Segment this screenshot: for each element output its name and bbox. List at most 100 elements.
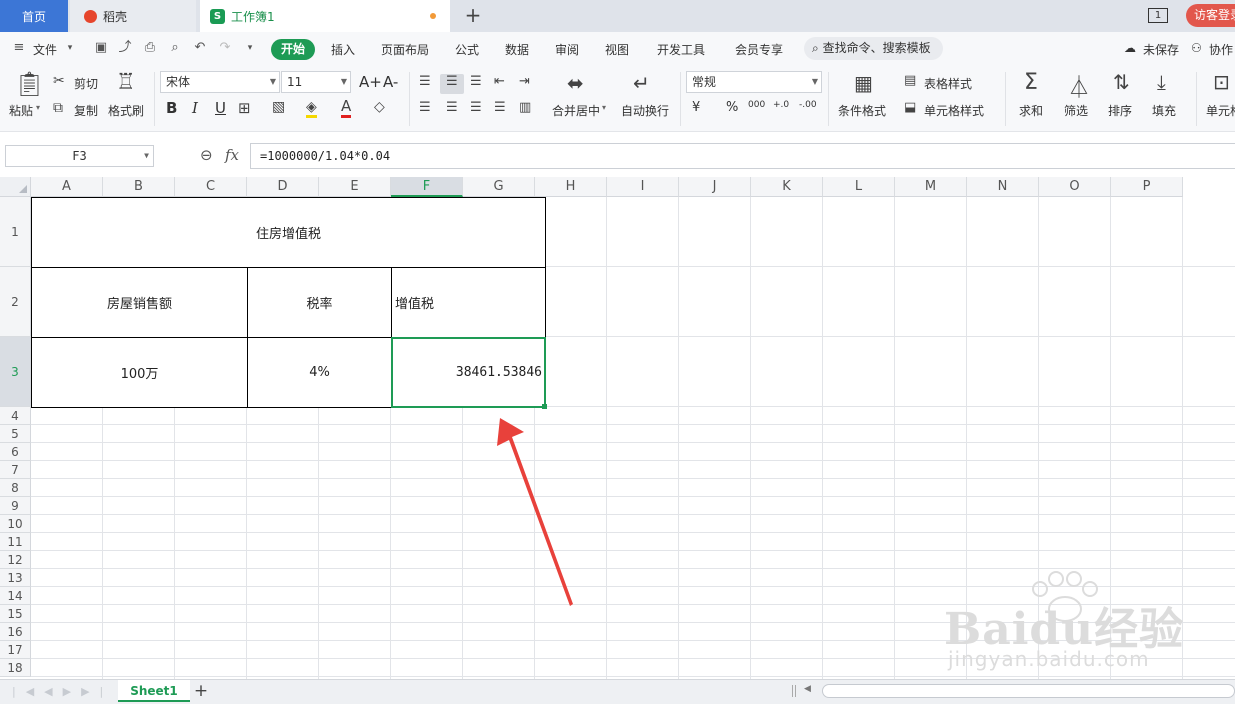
hamburger-icon[interactable]: ≡ [12, 41, 26, 55]
align-left-icon[interactable]: ☰ [419, 100, 431, 115]
chevron-down-icon[interactable]: ▾ [602, 103, 606, 112]
guest-login-button[interactable]: 访客登录 [1186, 4, 1235, 27]
sort-button[interactable]: 排序 [1108, 102, 1132, 119]
distributed-icon[interactable]: ▥ [519, 100, 531, 115]
filter-button[interactable]: 筛选 [1064, 102, 1088, 119]
percent-button[interactable]: % [726, 100, 738, 115]
quick-access-dropdown-icon[interactable]: ▾ [243, 41, 257, 55]
sum-icon[interactable]: Σ [1024, 70, 1038, 95]
redo-icon[interactable]: ↷ [218, 41, 232, 55]
fill-handle[interactable] [542, 404, 547, 409]
indent-decrease-icon[interactable]: ⇤ [494, 74, 505, 89]
clear-format-icon[interactable]: ◇ [374, 99, 385, 115]
column-header-f[interactable]: F [391, 177, 463, 197]
select-all-corner[interactable] [0, 177, 31, 197]
thousands-button[interactable]: 000 [748, 100, 765, 110]
cell-a2-sales-header[interactable]: 房屋销售额 [31, 267, 248, 338]
menu-developer[interactable]: 开发工具 [657, 41, 705, 58]
number-format-select[interactable]: 常规 ▼ [686, 71, 822, 93]
sheet-nav-arrows-icon[interactable]: |◀◀▶▶| [12, 685, 113, 698]
fill-style-icon[interactable]: ▧ [272, 99, 285, 115]
copy-icon[interactable]: ⧉ [53, 100, 63, 116]
fill-button[interactable]: 填充 [1152, 102, 1176, 119]
column-header-m[interactable]: M [895, 177, 967, 197]
format-painter-icon[interactable]: ♖ [116, 70, 136, 95]
zoom-icon[interactable]: ⊖ [200, 146, 213, 164]
indent-increase-icon[interactable]: ⇥ [519, 74, 530, 89]
cell-button[interactable]: 单元格 [1206, 102, 1235, 119]
font-size-select[interactable]: 11 ▼ [281, 71, 351, 93]
fill-down-icon[interactable]: ⤓ [1157, 70, 1166, 94]
align-bottom-icon[interactable]: ☰ [470, 74, 482, 89]
cell-f2-tax-header[interactable]: 增值税 [391, 267, 546, 338]
wrap-text-icon[interactable]: ↵ [633, 71, 650, 95]
scissors-icon[interactable]: ✂ [53, 73, 65, 89]
name-box[interactable]: F3 ▼ [5, 145, 154, 167]
align-top-icon[interactable]: ☰ [419, 74, 431, 89]
menu-member[interactable]: 会员专享 [735, 41, 783, 58]
row-header-17[interactable]: 17 [0, 641, 31, 659]
sheet-tab-sheet1[interactable]: Sheet1 [118, 680, 190, 702]
row-header-16[interactable]: 16 [0, 623, 31, 641]
row-header-4[interactable]: 4 [0, 407, 31, 425]
undo-icon[interactable]: ↶ [193, 41, 207, 55]
row-header-10[interactable]: 10 [0, 515, 31, 533]
column-header-p[interactable]: P [1111, 177, 1183, 197]
cell-a3-sales-value[interactable]: 100万 [31, 337, 248, 408]
row-header-15[interactable]: 15 [0, 605, 31, 623]
row-header-18[interactable]: 18 [0, 659, 31, 677]
conditional-format-button[interactable]: 条件格式 [838, 102, 886, 119]
copy-button[interactable]: 复制 [74, 102, 98, 119]
print-preview-icon[interactable]: ⌕ [168, 41, 182, 55]
align-right-icon[interactable]: ☰ [470, 100, 482, 115]
conditional-format-icon[interactable]: ▦ [854, 71, 873, 95]
row-header-1[interactable]: 1 [0, 197, 31, 267]
align-center-icon[interactable]: ☰ [446, 100, 458, 115]
font-shrink-button[interactable]: A- [383, 73, 398, 91]
new-tab-button[interactable]: + [462, 4, 484, 26]
currency-button[interactable]: ¥ [692, 100, 700, 115]
command-search[interactable]: ⌕ 查找命令、搜索模板 [804, 37, 943, 60]
menu-start[interactable]: 开始 [271, 39, 315, 60]
paste-icon[interactable]: 📋︎ [14, 70, 44, 98]
cell-d2-rate-header[interactable]: 税率 [247, 267, 392, 338]
column-header-o[interactable]: O [1039, 177, 1111, 197]
align-middle-icon[interactable]: ☰ [446, 74, 458, 89]
row-header-6[interactable]: 6 [0, 443, 31, 461]
menu-data[interactable]: 数据 [505, 41, 529, 58]
tab-workbook[interactable]: S 工作簿1 [200, 0, 450, 32]
justify-icon[interactable]: ☰ [494, 100, 506, 115]
column-header-d[interactable]: D [247, 177, 319, 197]
table-style-button[interactable]: 表格样式 [924, 75, 972, 92]
underline-button[interactable]: U [215, 99, 226, 117]
cell-style-icon[interactable]: ⬓ [904, 100, 916, 115]
row-header-7[interactable]: 7 [0, 461, 31, 479]
column-header-l[interactable]: L [823, 177, 895, 197]
cloud-icon[interactable]: ☁ [1124, 41, 1136, 55]
sum-button[interactable]: 求和 [1019, 102, 1043, 119]
menu-review[interactable]: 审阅 [555, 41, 579, 58]
merge-center-icon[interactable]: ⬌ [567, 71, 584, 95]
column-header-n[interactable]: N [967, 177, 1039, 197]
scroll-left-icon[interactable]: ◀ [804, 684, 811, 694]
row-header-8[interactable]: 8 [0, 479, 31, 497]
menu-insert[interactable]: 插入 [331, 41, 355, 58]
column-header-j[interactable]: J [679, 177, 751, 197]
column-header-c[interactable]: C [175, 177, 247, 197]
cell-icon[interactable]: ⊡ [1213, 70, 1230, 94]
filter-icon[interactable]: ⏃ [1068, 70, 1090, 102]
row-header-9[interactable]: 9 [0, 497, 31, 515]
paste-dropdown-icon[interactable]: ▾ [36, 103, 40, 112]
menu-page-layout[interactable]: 页面布局 [381, 41, 429, 58]
format-painter-button[interactable]: 格式刷 [108, 102, 144, 119]
row-header-11[interactable]: 11 [0, 533, 31, 551]
save-icon[interactable]: ▣ [94, 41, 108, 55]
fill-color-icon[interactable]: ◈ [306, 99, 317, 118]
column-header-e[interactable]: E [319, 177, 391, 197]
menu-file[interactable]: 文件 [33, 41, 57, 58]
collab-button[interactable]: 协作 [1209, 41, 1233, 58]
row-header-5[interactable]: 5 [0, 425, 31, 443]
cell-f3-tax-value[interactable]: 38461.53846 [391, 337, 546, 408]
column-header-k[interactable]: K [751, 177, 823, 197]
column-header-b[interactable]: B [103, 177, 175, 197]
